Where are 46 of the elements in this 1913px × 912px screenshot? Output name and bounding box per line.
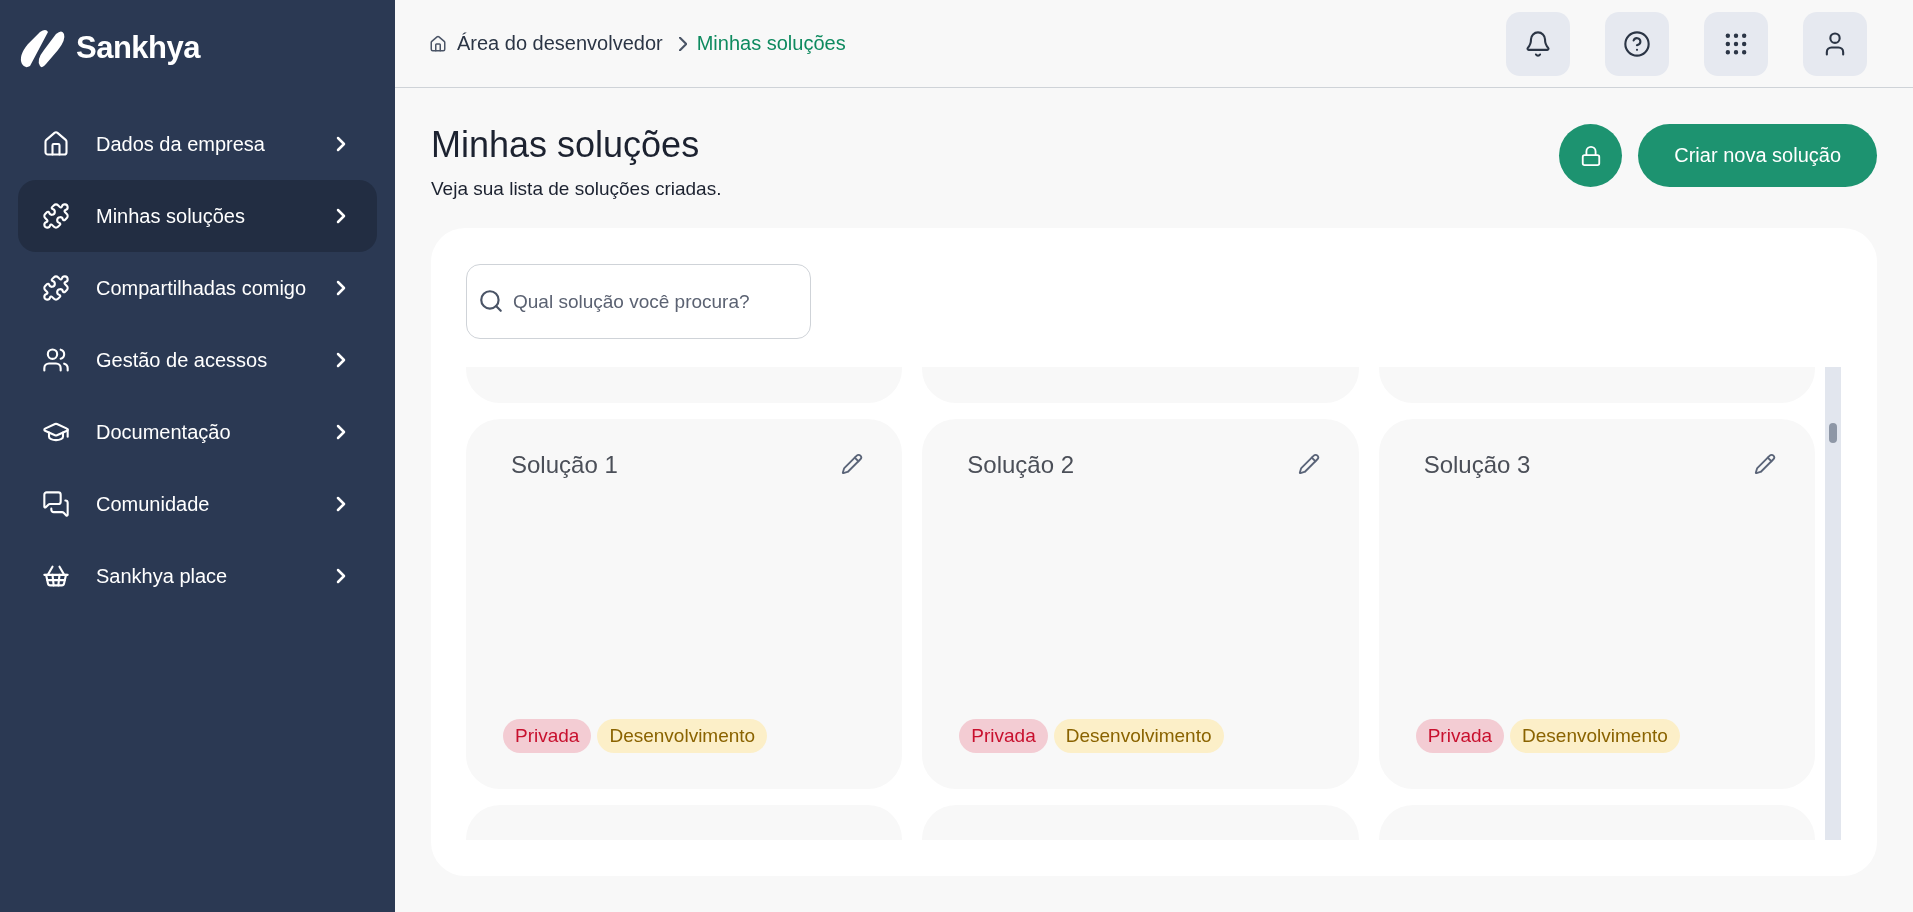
tag: Desenvolvimento xyxy=(597,719,768,753)
solution-title: Solução 1 xyxy=(511,451,618,479)
solution-title: Solução 3 xyxy=(1423,451,1531,479)
sidebar-item[interactable]: Dados da empresa xyxy=(18,108,377,180)
lock-icon xyxy=(1579,144,1602,167)
solution-card[interactable]: Solução 2 Privada Desenvolvimento xyxy=(922,419,1359,789)
pencil-icon xyxy=(1754,453,1776,475)
search-icon xyxy=(478,288,504,314)
home-icon xyxy=(429,34,447,53)
chevron-right-icon xyxy=(678,36,687,51)
pencil-icon xyxy=(841,453,864,475)
sidebar-item[interactable]: Documentação xyxy=(18,396,377,468)
puzzle-icon xyxy=(42,274,70,302)
page-subtitle: Veja sua lista de soluções criadas. xyxy=(431,178,722,200)
sidebar-item[interactable]: Comunidade xyxy=(18,468,377,540)
sidebar-item[interactable]: Gestão de acessos xyxy=(18,324,377,396)
tag: Privada xyxy=(1415,719,1505,753)
breadcrumb-link[interactable]: Minhas soluções xyxy=(696,32,846,55)
help-button[interactable] xyxy=(1605,11,1669,76)
pencil-icon xyxy=(1297,453,1320,475)
sidebar-item[interactable]: Minhas soluções xyxy=(18,180,377,252)
chat-bubbles-icon xyxy=(42,490,70,518)
create-solution-button[interactable]: Criar nova solução xyxy=(1638,124,1877,187)
users-icon xyxy=(42,346,70,374)
notifications-button[interactable] xyxy=(1506,11,1570,76)
sidebar-item[interactable]: Compartilhadas comigo xyxy=(18,252,377,324)
solution-title: Solução 2 xyxy=(967,451,1075,479)
help-icon xyxy=(1623,29,1651,58)
tag: Privada xyxy=(503,719,592,753)
tag: Desenvolvimento xyxy=(1510,719,1680,753)
profile-button[interactable] xyxy=(1803,11,1867,76)
breadcrumb-link[interactable]: Área do desenvolvedor xyxy=(457,32,663,55)
page-title: Minhas soluções xyxy=(431,124,701,166)
apps-button[interactable] xyxy=(1704,11,1768,76)
scrollbar[interactable] xyxy=(1825,367,1841,840)
bell-icon xyxy=(1524,29,1552,58)
brand-name: Sankhya xyxy=(76,30,200,66)
sidebar-item[interactable]: Sankhya place xyxy=(18,540,377,612)
solution-card[interactable]: Solução 1 Privada Desenvolvimento xyxy=(466,419,903,789)
tag: Privada xyxy=(959,719,1048,753)
solution-card[interactable]: Solução 3 Privada Desenvolvimento xyxy=(1378,419,1815,789)
search-field[interactable]: Qual solução você procura? xyxy=(466,264,811,339)
puzzle-icon xyxy=(42,202,70,230)
scrollbar-thumb[interactable] xyxy=(1829,423,1837,443)
house-icon xyxy=(42,130,70,158)
tag: Desenvolvimento xyxy=(1053,719,1224,753)
